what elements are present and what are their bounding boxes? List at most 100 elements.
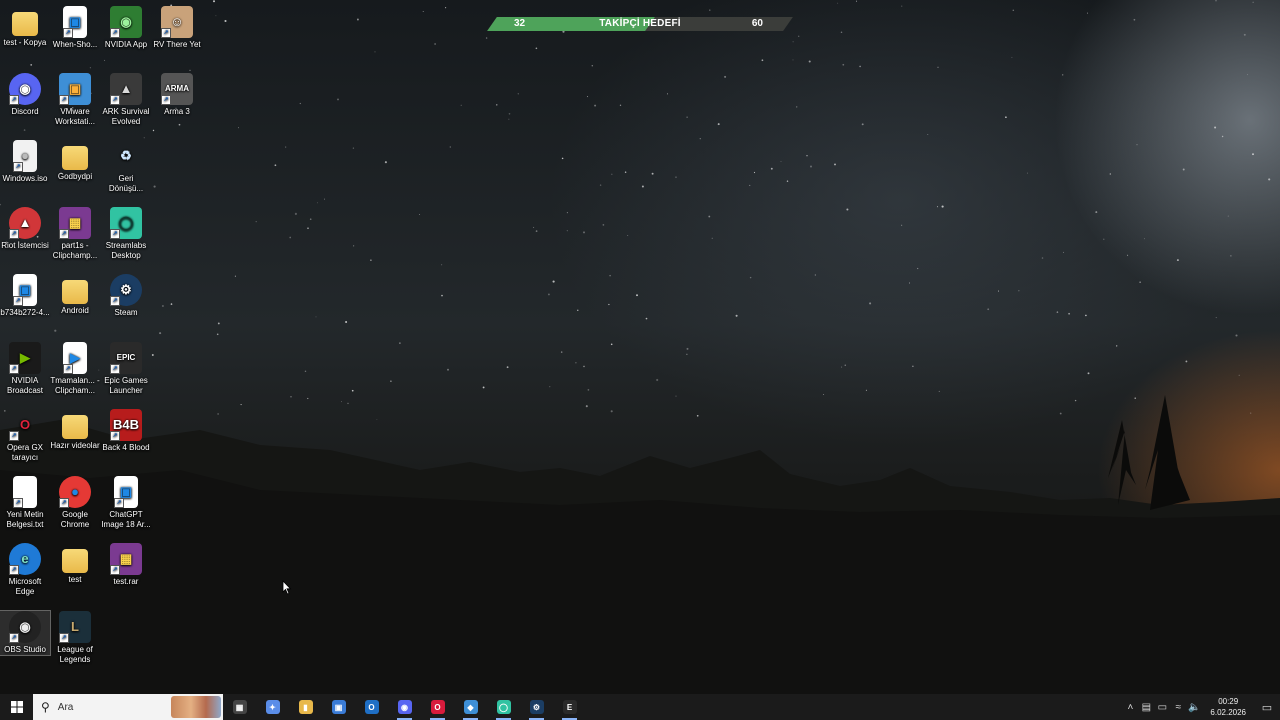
- desktop-icon[interactable]: ▣ ↗ ChatGPT Image 18 Ar...: [101, 476, 151, 530]
- desktop-icon[interactable]: ▣ ↗ VMware Workstati...: [50, 73, 100, 127]
- star: [240, 404, 242, 406]
- star: [696, 414, 699, 417]
- desktop-icon[interactable]: ◯ ↗ Streamlabs Desktop: [101, 207, 151, 261]
- desktop-icon[interactable]: ◉ ↗ OBS Studio: [0, 610, 51, 656]
- taskbar-opera-gx-button[interactable]: O: [421, 694, 454, 720]
- star: [645, 317, 648, 320]
- star: [609, 274, 611, 277]
- taskbar-outlook-button[interactable]: O: [355, 694, 388, 720]
- star: [1182, 168, 1185, 171]
- nvidia-icon: ◉ ↗: [110, 6, 142, 38]
- desktop-icon[interactable]: ARMA ↗ Arma 3: [152, 73, 202, 117]
- star: [610, 343, 613, 346]
- desktop-icon[interactable]: ▣ ↗ b734b272-4...: [0, 274, 50, 318]
- shortcut-arrow-icon: ↗: [59, 498, 69, 508]
- star: [255, 220, 257, 223]
- desktop-icon-label: NVIDIA App: [104, 40, 148, 49]
- desktop-icon[interactable]: ▣ ↗ When-Sho...: [50, 6, 100, 50]
- star: [753, 171, 756, 174]
- desktop-icon[interactable]: test - Kopya: [0, 6, 50, 48]
- star: [686, 347, 689, 350]
- follower-goal-bar: 32 TAKİPÇİ HEDEFİ 60: [487, 17, 793, 31]
- desktop-icon[interactable]: test: [50, 543, 100, 585]
- taskbar-microsoft-store-button[interactable]: ▣: [322, 694, 355, 720]
- desktop-icon[interactable]: e ↗ Microsoft Edge: [0, 543, 50, 597]
- star: [170, 303, 173, 305]
- taskbar-streamlabs-button[interactable]: ◯: [487, 694, 520, 720]
- taskbar-copilot-button[interactable]: ✦: [256, 694, 289, 720]
- clock[interactable]: 00:29 6.02.2026: [1202, 696, 1254, 718]
- notification-icon[interactable]: ▭: [1254, 701, 1280, 714]
- desktop-icon[interactable]: ▶ ↗ NVIDIA Broadcast: [0, 342, 50, 396]
- desktop-icon[interactable]: Godbydpi: [50, 140, 100, 182]
- taskbar-steam-button[interactable]: ⚙: [520, 694, 553, 720]
- streamlabs-icon: ◯ ↗: [110, 207, 142, 239]
- start-button[interactable]: [0, 694, 33, 720]
- shortcut-arrow-icon: ↗: [63, 28, 73, 38]
- goal-target-count: 60: [751, 18, 763, 29]
- desktop-icon[interactable]: Hazır videolar: [50, 409, 100, 451]
- desktop-icon[interactable]: ● ↗ Windows.iso: [0, 140, 50, 184]
- desktop-icon[interactable]: ◉ ↗ NVIDIA App: [101, 6, 151, 50]
- star: [599, 184, 602, 186]
- desktop-icon[interactable]: O ↗ Opera GX tarayıcı: [0, 409, 50, 463]
- search-box[interactable]: ⚲ Ara: [33, 694, 223, 720]
- desktop-icon[interactable]: ▦ ↗ test.rar: [101, 543, 151, 587]
- desktop-icon[interactable]: Android: [50, 274, 100, 316]
- desktop-icon[interactable]: ⚙ ↗ Steam: [101, 274, 151, 318]
- wifi-icon[interactable]: ≈: [1170, 702, 1186, 713]
- b4b-icon: B4B ↗: [110, 409, 142, 441]
- star: [1095, 211, 1098, 214]
- star: [686, 353, 688, 355]
- volume-icon[interactable]: 🔈: [1186, 702, 1202, 713]
- star: [792, 41, 794, 43]
- chrome-icon: ● ↗: [59, 476, 91, 508]
- star: [189, 69, 191, 71]
- taskbar-epic-games-button[interactable]: E: [553, 694, 586, 720]
- star: [901, 5, 903, 7]
- taskbar-file-explorer-button[interactable]: ▮: [289, 694, 322, 720]
- star: [1116, 345, 1118, 347]
- streamlabs-icon: ◯: [496, 700, 511, 714]
- copilot-icon: ✦: [265, 700, 280, 714]
- star: [724, 75, 727, 78]
- star: [345, 321, 348, 323]
- desktop-icon[interactable]: L ↗ League of Legends: [50, 611, 100, 665]
- desktop-icon[interactable]: ↗ Yeni Metin Belgesi.txt: [0, 476, 50, 530]
- chevron-up-icon[interactable]: ˄: [1122, 702, 1138, 713]
- folder-icon: [62, 280, 88, 304]
- desktop-icon[interactable]: EPIC ↗ Epic Games Launcher: [101, 342, 151, 396]
- star: [624, 171, 627, 173]
- star: [1133, 18, 1136, 21]
- desktop-icon[interactable]: ● ↗ Google Chrome: [50, 476, 100, 530]
- desktop-icon[interactable]: ☺ ↗ RV There Yet: [152, 6, 202, 50]
- star: [1134, 397, 1136, 399]
- search-highlight-image: [171, 696, 221, 718]
- desktop-icon[interactable]: ▲ ↗ ARK Survival Evolved: [101, 73, 151, 127]
- network-icon[interactable]: ▤: [1138, 702, 1154, 713]
- desktop-icon[interactable]: ♻ Geri Dönüşü...: [101, 140, 151, 194]
- desktop-icon[interactable]: ▦ ↗ part1s - Clipchamp...: [50, 207, 100, 261]
- desktop-icon[interactable]: B4B ↗ Back 4 Blood: [101, 409, 151, 453]
- desktop-icon-label: Hazır videolar: [50, 441, 100, 450]
- star: [636, 294, 638, 297]
- file-explorer-icon: ▮: [298, 700, 313, 714]
- desktop-icon[interactable]: ▲ ↗ Riot İstemcisi: [0, 207, 50, 251]
- star: [274, 164, 277, 167]
- taskbar-task-view-button[interactable]: ▦: [223, 694, 256, 720]
- desktop-icon-label: b734b272-4...: [0, 308, 50, 317]
- taskbar-discord-button[interactable]: ◉: [388, 694, 421, 720]
- star: [152, 129, 155, 132]
- star: [1026, 172, 1028, 174]
- shortcut-arrow-icon: ↗: [13, 296, 23, 306]
- desktop-icon-label: Riot İstemcisi: [1, 241, 49, 250]
- star: [1127, 254, 1129, 256]
- star: [834, 163, 836, 166]
- taskbar-vmware-button[interactable]: ◆: [454, 694, 487, 720]
- star: [1268, 178, 1271, 181]
- desktop-icon[interactable]: ◉ ↗ Discord: [0, 73, 50, 117]
- battery-icon[interactable]: ▭: [1154, 702, 1170, 713]
- star: [749, 184, 751, 186]
- desktop-icon[interactable]: ▶ ↗ Tmamalan... - Clipcham...: [50, 342, 100, 396]
- rv-icon: ☺ ↗: [161, 6, 193, 38]
